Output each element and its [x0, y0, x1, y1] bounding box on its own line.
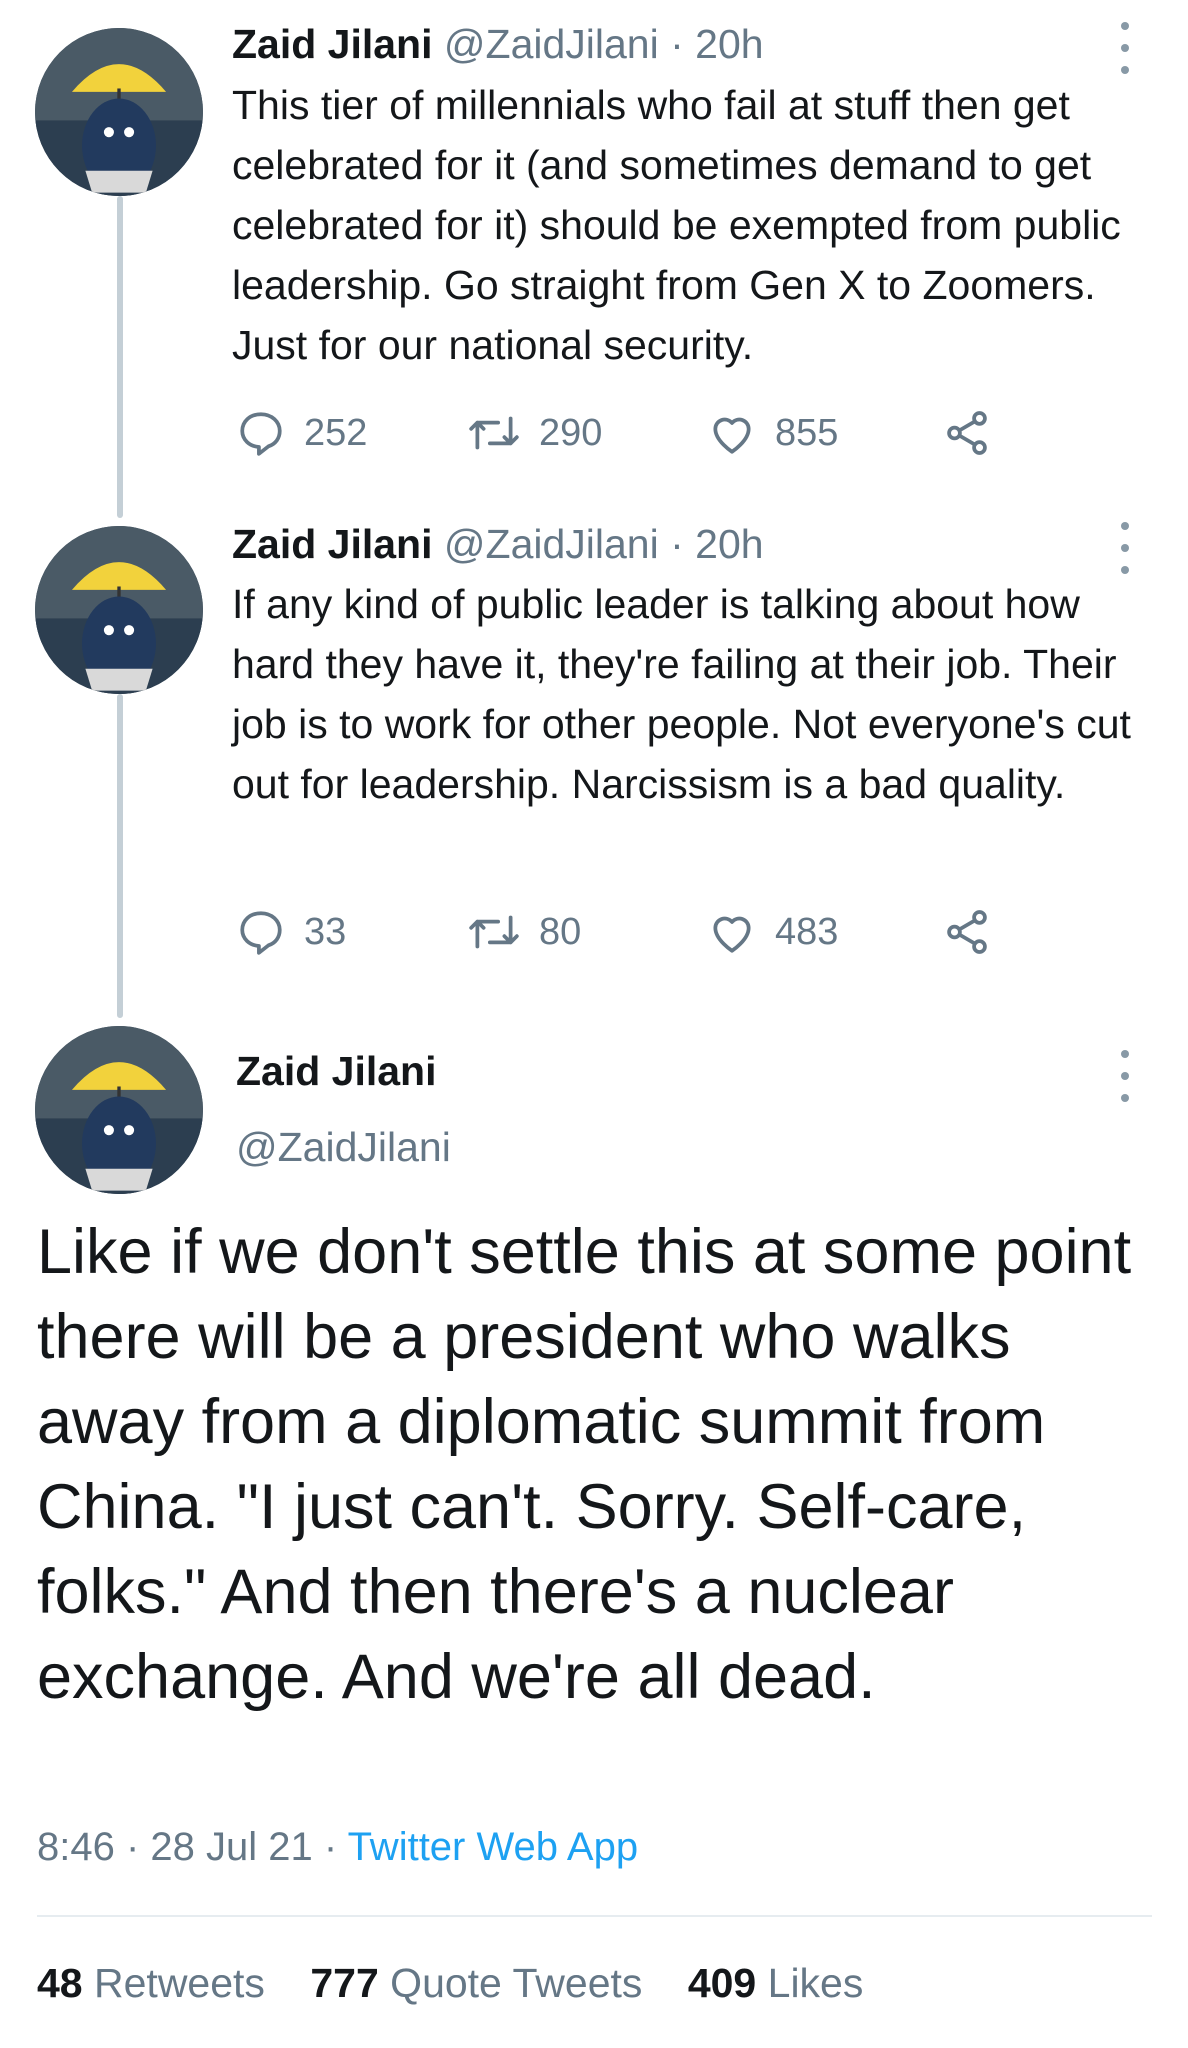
reply-icon	[240, 911, 282, 955]
reply-icon	[240, 412, 282, 456]
retweets-label: Retweets	[94, 1960, 265, 2006]
author-name[interactable]: Zaid Jilani	[236, 1046, 437, 1096]
tweet-text: This tier of millennials who fail at stu…	[232, 82, 1121, 368]
source-app-link[interactable]: Twitter Web App	[348, 1825, 639, 1869]
retweet-button[interactable]: 80	[467, 904, 581, 960]
more-icon[interactable]	[1115, 1050, 1135, 1102]
author-handle[interactable]: @ZaidJilani	[236, 1122, 451, 1172]
likes-stat[interactable]: 409 Likes	[688, 1960, 864, 2006]
share-icon	[947, 411, 987, 455]
tweet-time[interactable]: · 20h	[659, 21, 763, 67]
reply-button[interactable]: 33	[236, 904, 346, 960]
like-button[interactable]: 855	[707, 405, 838, 461]
tweet-actions: 33 80 483	[232, 904, 1032, 960]
retweets-count: 48	[37, 1960, 83, 2006]
more-icon[interactable]	[1115, 22, 1135, 74]
main-tweet-text: Like if we don't settle this at some poi…	[37, 1217, 1132, 1712]
like-icon	[713, 417, 751, 454]
tweet-text: If any kind of public leader is talking …	[232, 581, 1131, 807]
like-button[interactable]: 483	[707, 904, 838, 960]
avatar[interactable]	[35, 1026, 203, 1194]
share-icon	[947, 910, 987, 954]
tweet-timestamp: 8:46 · 28 Jul 21 · Twitter Web App	[37, 1822, 638, 1872]
author-handle[interactable]: @ZaidJilani	[444, 21, 659, 67]
divider	[37, 1915, 1152, 1917]
tweet-header: Zaid Jilani @ZaidJilani · 20h	[232, 20, 764, 68]
like-count: 483	[775, 910, 839, 953]
reply-count: 33	[304, 910, 347, 953]
tweet-header: Zaid Jilani @ZaidJilani · 20h	[232, 520, 764, 568]
share-button[interactable]	[942, 904, 992, 960]
retweet-count: 80	[539, 910, 582, 953]
avatar[interactable]	[35, 526, 203, 694]
author-name[interactable]: Zaid Jilani	[232, 21, 433, 67]
tweet-stats: 48 Retweets 777 Quote Tweets 409 Likes	[37, 1958, 897, 2008]
timestamp-text: 8:46 · 28 Jul 21 ·	[37, 1825, 348, 1869]
like-count: 855	[775, 411, 839, 454]
tweet-actions: 252 290 855	[232, 405, 1032, 461]
retweet-icon	[469, 915, 519, 949]
share-button[interactable]	[942, 405, 992, 461]
likes-count: 409	[687, 1960, 757, 2006]
twitter-thread-view: Zaid Jilani @ZaidJilani · 20h This tier …	[0, 0, 1188, 2048]
quote-tweets-label: Quote Tweets	[390, 1960, 643, 2006]
avatar[interactable]	[35, 28, 203, 196]
thread-connector	[117, 694, 123, 1018]
quote-tweets-stat[interactable]: 777 Quote Tweets	[310, 1960, 642, 2006]
retweet-icon	[469, 416, 519, 450]
like-icon	[713, 916, 751, 953]
likes-label: Likes	[767, 1960, 864, 2006]
more-icon[interactable]	[1115, 522, 1135, 574]
author-handle[interactable]: @ZaidJilani	[444, 521, 659, 567]
retweet-count: 290	[539, 411, 603, 454]
thread-connector	[117, 196, 123, 518]
author-name[interactable]: Zaid Jilani	[232, 521, 433, 567]
tweet-time[interactable]: · 20h	[659, 521, 763, 567]
retweet-button[interactable]: 290	[467, 405, 602, 461]
reply-count: 252	[304, 411, 368, 454]
retweets-stat[interactable]: 48 Retweets	[37, 1960, 265, 2006]
quote-tweets-count: 777	[310, 1960, 379, 2006]
reply-button[interactable]: 252	[236, 405, 367, 461]
